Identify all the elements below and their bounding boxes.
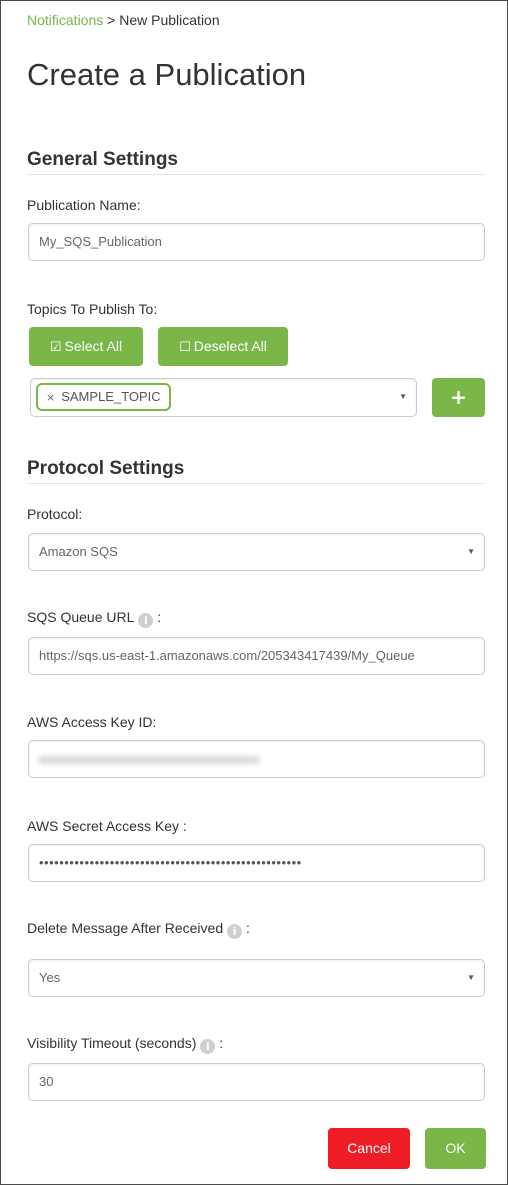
info-icon[interactable]: i — [200, 1039, 216, 1054]
info-icon[interactable]: i — [227, 924, 243, 939]
publication-name-input[interactable]: My_SQS_Publication — [28, 223, 485, 261]
topic-tag-label: SAMPLE_TOPIC — [61, 389, 161, 404]
topic-tag: × SAMPLE_TOPIC — [36, 383, 171, 411]
cancel-button[interactable]: Cancel — [328, 1128, 410, 1169]
visibility-timeout-label-text: Visibility Timeout (seconds) — [27, 1035, 197, 1051]
delete-after-received-label-suffix: : — [246, 920, 250, 936]
chevron-down-icon: ▼ — [399, 392, 407, 401]
breadcrumb: Notifications > New Publication — [27, 12, 220, 28]
section-divider — [27, 174, 485, 175]
topics-multiselect[interactable]: × SAMPLE_TOPIC ▼ — [30, 378, 417, 417]
deselect-all-label: Deselect All — [193, 338, 267, 354]
chevron-down-icon: ▼ — [467, 547, 475, 556]
sqs-queue-url-label: SQS Queue URL i : — [27, 609, 161, 628]
info-icon[interactable]: i — [138, 613, 154, 628]
delete-after-received-value: Yes — [39, 970, 61, 985]
page-title: Create a Publication — [27, 57, 307, 92]
aws-access-key-id-label: AWS Access Key ID: — [27, 714, 157, 730]
protocol-select[interactable]: Amazon SQS ▼ — [28, 533, 485, 571]
deselect-all-button[interactable]: ☐ Deselect All — [158, 327, 288, 366]
sqs-queue-url-label-text: SQS Queue URL — [27, 609, 135, 625]
delete-after-received-label: Delete Message After Received i : — [27, 920, 250, 939]
section-divider — [27, 483, 485, 484]
protocol-label: Protocol: — [27, 506, 83, 522]
protocol-settings-heading: Protocol Settings — [27, 458, 185, 479]
add-topic-button[interactable]: + — [432, 378, 485, 417]
sqs-queue-url-input[interactable]: https://sqs.us-east-1.amazonaws.com/2053… — [28, 637, 485, 675]
chevron-down-icon: ▼ — [467, 973, 475, 982]
publication-form-page: Notifications > New Publication Create a… — [0, 0, 508, 1185]
sqs-queue-url-label-suffix: : — [157, 609, 162, 625]
aws-access-key-id-input[interactable] — [28, 740, 485, 778]
empty-square-icon: ☐ — [179, 340, 191, 355]
topics-label: Topics To Publish To: — [27, 301, 158, 317]
delete-after-received-label-text: Delete Message After Received — [27, 920, 224, 936]
check-square-icon: ☑ — [49, 340, 62, 355]
select-all-label: Select All — [64, 338, 123, 354]
breadcrumb-separator: > — [107, 12, 116, 28]
visibility-timeout-label: Visibility Timeout (seconds) i : — [27, 1035, 223, 1054]
visibility-timeout-label-suffix: : — [219, 1035, 224, 1051]
protocol-select-value: Amazon SQS — [39, 544, 118, 559]
general-settings-heading: General Settings — [27, 149, 178, 170]
publication-name-label: Publication Name: — [27, 197, 141, 213]
breadcrumb-current: New Publication — [119, 12, 220, 28]
redacted-value — [38, 756, 260, 764]
plus-icon: + — [450, 385, 467, 409]
aws-secret-access-key-label: AWS Secret Access Key : — [27, 818, 187, 834]
tag-remove-icon[interactable]: × — [46, 391, 55, 404]
breadcrumb-notifications-link[interactable]: Notifications — [27, 12, 103, 28]
delete-after-received-select[interactable]: Yes ▼ — [28, 959, 485, 997]
select-all-button[interactable]: ☑ Select All — [29, 327, 143, 366]
ok-button[interactable]: OK — [425, 1128, 486, 1169]
aws-secret-access-key-input[interactable]: ••••••••••••••••••••••••••••••••••••••••… — [28, 844, 485, 882]
visibility-timeout-input[interactable]: 30 — [28, 1063, 485, 1101]
